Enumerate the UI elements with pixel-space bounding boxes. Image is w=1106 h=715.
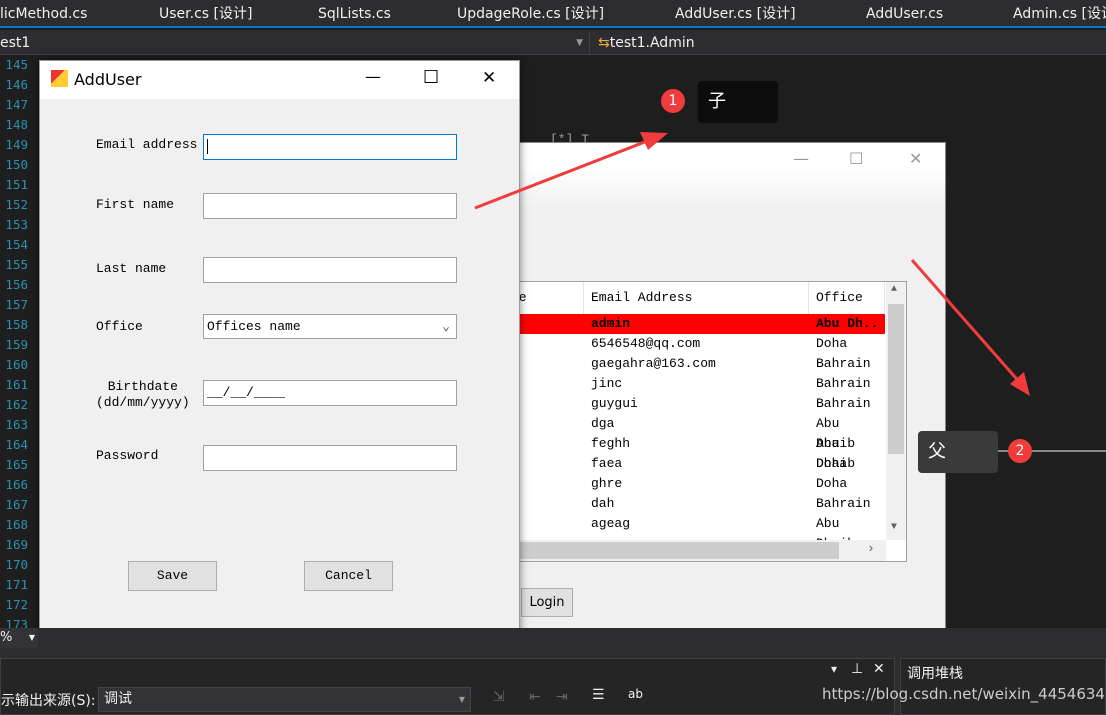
annotation-child: 子 [698,81,778,123]
annotation-parent: 父 [918,431,998,473]
annotation-badge-1: 1 [661,89,685,113]
next-message-icon[interactable]: ⇥ [556,689,568,705]
find-message-icon[interactable]: ⇲ [493,689,505,705]
output-source-label: 示输出来源(S): [1,693,96,709]
annotation-badge-2: 2 [1008,439,1032,463]
watermark: https://blog.csdn.net/weixin_44546342 [822,685,1106,703]
zoom-dropdown[interactable]: % ▼ [0,628,38,648]
arrow-to-child [474,136,656,210]
dropdown-icon[interactable]: ▾ [831,662,837,676]
chevron-down-icon: ▼ [28,633,35,642]
call-stack-title[interactable]: 调用堆栈 [907,663,963,683]
output-panel: ▾ ⊥ ✕ 示输出来源(S): 调试 ▼ ⇲ ⇤ ⇥ ☰ ab [0,658,895,715]
chevron-down-icon: ▼ [458,695,465,704]
clear-all-icon[interactable]: ☰ [592,687,605,703]
arrow-to-parent [910,259,1024,386]
bottom-panel: % ▼ ▾ ⊥ ✕ 示输出来源(S): 调试 ▼ ⇲ ⇤ ⇥ ☰ ab 调用堆栈 h… [0,628,1106,715]
close-icon[interactable]: ✕ [873,661,885,677]
word-wrap-icon[interactable]: ab [628,687,643,701]
arrow-head [640,132,668,150]
previous-message-icon[interactable]: ⇤ [529,689,541,705]
output-source-select[interactable]: 调试 ▼ [98,687,471,712]
output-source-value: 调试 [104,691,132,707]
annotation-arrows [474,132,1106,452]
zoom-value: % [0,630,13,645]
pin-icon[interactable]: ⊥ [851,661,863,677]
